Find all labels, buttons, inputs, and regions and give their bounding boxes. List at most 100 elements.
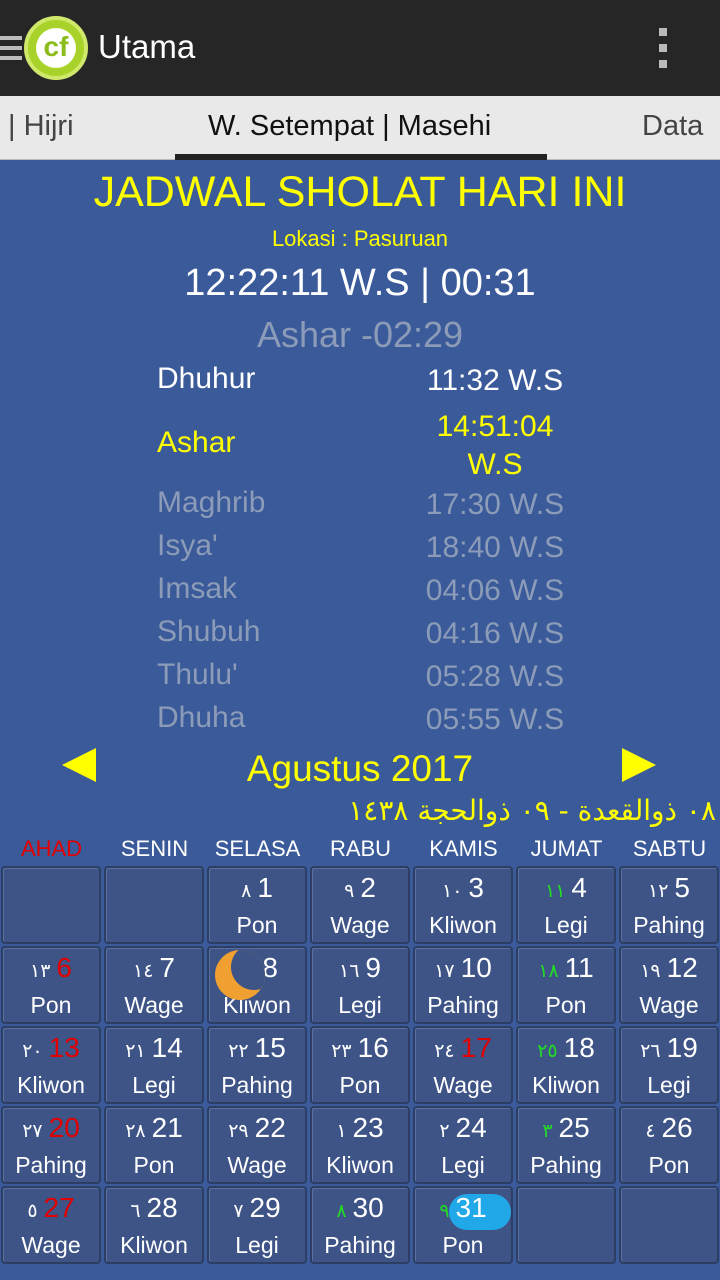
calendar-day-cell[interactable]: ١٣ 6 Pon [1, 946, 101, 1024]
calendar-day-cell[interactable]: ٢٠ 13 Kliwon [1, 1026, 101, 1104]
menu-icon[interactable] [0, 36, 22, 64]
tab-hijri[interactable]: | Hijri [8, 110, 74, 143]
hijri-day: ٢٧ [22, 1120, 43, 1142]
pasaran-label: Pon [648, 1152, 690, 1178]
calendar-day-cell[interactable]: ١٦ 9 Legi [310, 946, 410, 1024]
calendar-day-cell[interactable]: ٦ 28 Kliwon [104, 1186, 204, 1264]
calendar-day-cell[interactable]: ١٧ 10 Pahing [413, 946, 513, 1024]
tab-bar: | Hijri W. Setempat | Masehi Data [0, 96, 720, 160]
hijri-day: ٢٦ [640, 1040, 661, 1062]
hijri-month-label: ٠٨ ذوالقعدة - ٠٩ ذوالحجة ١٤٣٨ [348, 794, 716, 827]
prayer-time: 17:30 W.S [425, 488, 565, 521]
hijri-day: ١٠ [442, 880, 463, 902]
calendar-day-cell[interactable]: ٢٧ 20 Pahing [1, 1106, 101, 1184]
gregorian-day: 3 [468, 872, 484, 903]
prayer-time: 04:06 W.S [425, 574, 565, 607]
pasaran-label: Legi [338, 992, 382, 1018]
hijri-day: ١١ [545, 880, 566, 902]
pasaran-label: Kliwon [17, 1072, 85, 1098]
gregorian-day: 16 [357, 1032, 389, 1063]
overflow-menu-icon[interactable] [656, 28, 670, 70]
gregorian-day: 12 [666, 952, 698, 983]
tab-data[interactable]: Data [642, 110, 703, 143]
calendar-day-cell[interactable]: ٢٣ 16 Pon [310, 1026, 410, 1104]
prayer-time: 05:28 W.S [425, 660, 565, 693]
pasaran-label: Legi [441, 1152, 485, 1178]
prayer-time: 14:51:04 W.S [436, 410, 554, 481]
hijri-day: ٤ [645, 1120, 656, 1142]
day-header: RABU [329, 836, 392, 861]
prayer-name: Maghrib [157, 486, 266, 519]
calendar-day-cell[interactable]: ٢٨ 21 Pon [104, 1106, 204, 1184]
gregorian-day: 31 [455, 1192, 487, 1223]
hijri-day: ٨ [336, 1200, 347, 1222]
prayer-name: Imsak [157, 572, 238, 605]
gregorian-day: 4 [571, 872, 587, 903]
app-logo-icon[interactable]: cf [24, 16, 88, 80]
current-clock: 12:22:11 W.S | 00:31 [184, 262, 536, 304]
pasaran-label: Pahing [427, 992, 499, 1018]
calendar-day-cell[interactable]: ١ 23 Kliwon [310, 1106, 410, 1184]
calendar-day-cell[interactable]: ١٩ 12 Wage [619, 946, 719, 1024]
calendar-day-cell[interactable]: ٧ 29 Legi [207, 1186, 307, 1264]
pasaran-label: Pahing [324, 1232, 396, 1258]
calendar-day-cell[interactable]: ٢٢ 15 Pahing [207, 1026, 307, 1104]
next-month-button[interactable] [622, 748, 656, 782]
pasaran-label: Pon [236, 912, 278, 938]
calendar-empty-cell [104, 866, 204, 944]
calendar-day-cell[interactable]: ٢٦ 19 Legi [619, 1026, 719, 1104]
calendar-day-cell[interactable]: ١٢ 5 Pahing [619, 866, 719, 944]
hijri-day: ٢٨ [125, 1120, 146, 1142]
gregorian-day: 27 [43, 1192, 75, 1223]
pasaran-label: Legi [235, 1232, 279, 1258]
pasaran-label: Pon [442, 1232, 484, 1258]
pasaran-label: Wage [433, 1072, 493, 1098]
calendar-day-cell[interactable]: ٤ 26 Pon [619, 1106, 719, 1184]
pasaran-label: Pon [30, 992, 72, 1018]
calendar-day-cell[interactable]: ٨ 1 Pon [207, 866, 307, 944]
calendar-day-cell[interactable]: ٣ 25 Pahing [516, 1106, 616, 1184]
tab-masehi[interactable]: W. Setempat | Masehi [208, 110, 491, 143]
calendar-day-cell[interactable]: ١٤ 7 Wage [104, 946, 204, 1024]
pasaran-label: Pon [339, 1072, 381, 1098]
prayer-name: Isya' [157, 529, 218, 562]
gregorian-day: 7 [159, 952, 175, 983]
hijri-day: ٢٤ [434, 1040, 455, 1062]
prayer-name: Thulu' [157, 658, 238, 691]
hijri-day: ٩ [439, 1200, 450, 1222]
calendar-day-cell[interactable]: ٩ 31 Pon [413, 1186, 513, 1264]
gregorian-day: 22 [254, 1112, 286, 1143]
calendar-day-cell[interactable]: ٢١ 14 Legi [104, 1026, 204, 1104]
calendar-day-cell[interactable]: ٢ 24 Legi [413, 1106, 513, 1184]
calendar-day-cell[interactable]: ١١ 4 Legi [516, 866, 616, 944]
hijri-day: ١ [336, 1120, 347, 1142]
gregorian-day: 30 [352, 1192, 384, 1223]
calendar-day-cell[interactable]: ٢٩ 22 Wage [207, 1106, 307, 1184]
calendar-day-cell[interactable]: ٥ 27 Wage [1, 1186, 101, 1264]
calendar-day-cell[interactable]: ١٨ 11 Pon [516, 946, 616, 1024]
hijri-day: ٧ [233, 1200, 244, 1222]
hijri-day: ١٧ [434, 960, 455, 982]
prayer-name: Ashar [157, 426, 236, 459]
hijri-day: ٢٥ [537, 1040, 558, 1062]
calendar-day-cell[interactable]: ٨ 30 Pahing [310, 1186, 410, 1264]
calendar-day-cell[interactable]: ٢٥ 18 Kliwon [516, 1026, 616, 1104]
hijri-day: ٣ [542, 1120, 553, 1142]
gregorian-day: 18 [563, 1032, 595, 1063]
calendar-day-cell[interactable]: ١٠ 3 Kliwon [413, 866, 513, 944]
hijri-day: ١٨ [538, 960, 559, 982]
hijri-day: ٢٩ [228, 1120, 249, 1142]
pasaran-label: Wage [639, 992, 699, 1018]
gregorian-day: 6 [56, 952, 72, 983]
hijri-day: ١٩ [640, 960, 661, 982]
calendar-day-cell[interactable]: ٢٤ 17 Wage [413, 1026, 513, 1104]
pasaran-label: Pon [133, 1152, 175, 1178]
pasaran-label: Pon [545, 992, 587, 1018]
hijri-day: ٢٠ [22, 1040, 43, 1062]
next-prayer-countdown: Ashar -02:29 [256, 314, 464, 355]
location-label: Lokasi : Pasuruan [271, 226, 449, 251]
prayer-time: 05:55 W.S [425, 703, 565, 736]
calendar-day-cell[interactable]: ٩ 2 Wage [310, 866, 410, 944]
pasaran-label: Wage [124, 992, 184, 1018]
gregorian-day: 13 [48, 1032, 80, 1063]
